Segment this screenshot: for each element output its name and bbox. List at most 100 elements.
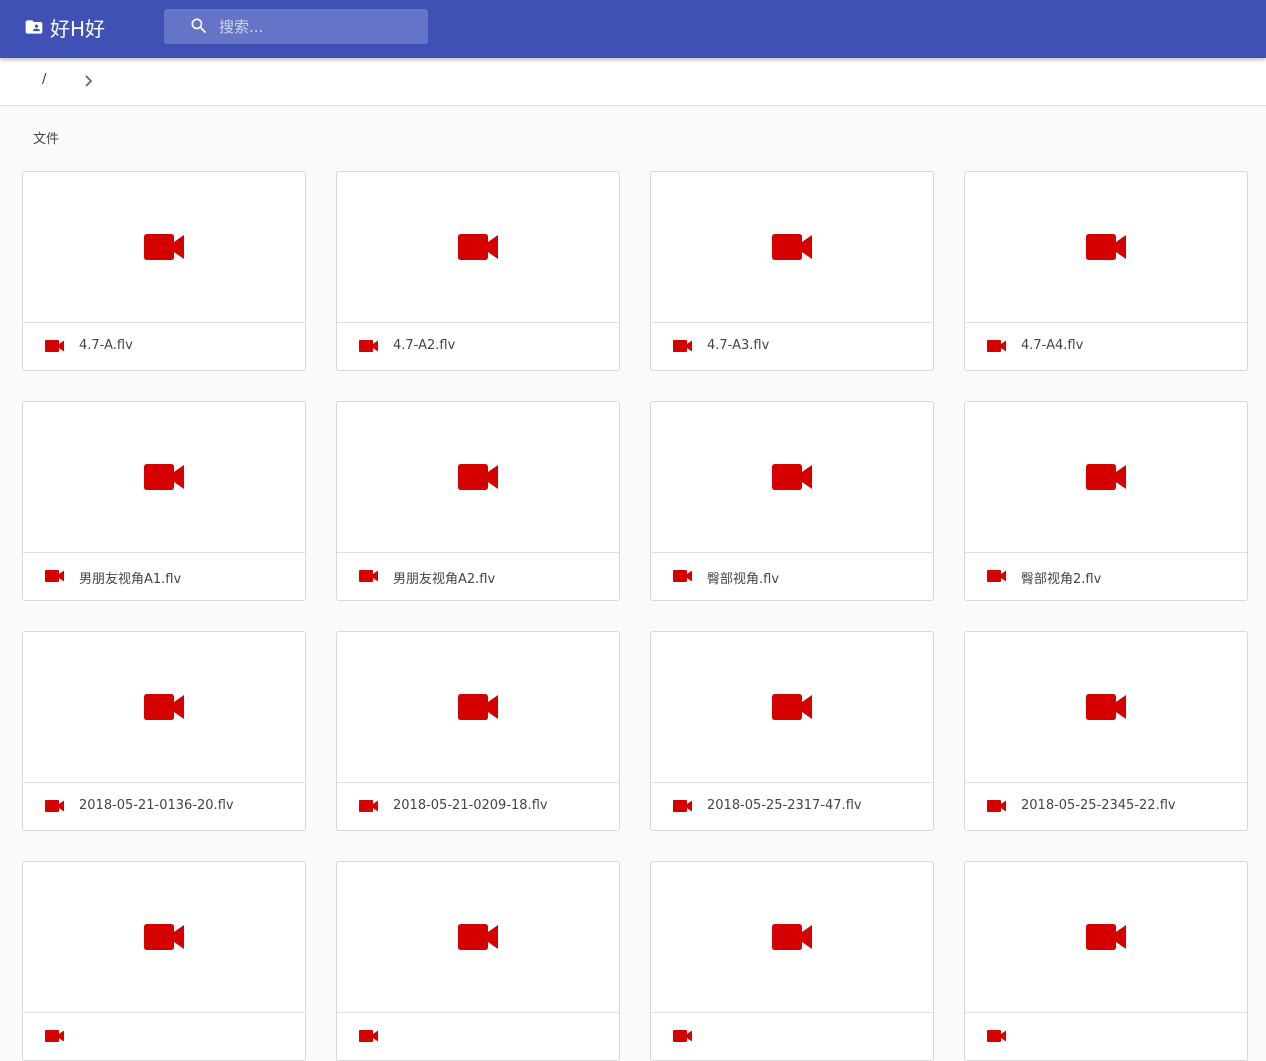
- video-camera-icon: [987, 800, 1006, 812]
- video-camera-icon: [359, 1030, 378, 1042]
- file-thumbnail[interactable]: [651, 632, 933, 783]
- section-label-files: 文件: [33, 132, 60, 147]
- file-card-footer[interactable]: [23, 1012, 305, 1060]
- file-card[interactable]: [22, 861, 306, 1061]
- file-name: 男朋友视角A1.flv: [79, 572, 182, 587]
- file-name: 男朋友视角A2.flv: [393, 572, 496, 587]
- file-name: 臀部视角.flv: [707, 572, 780, 587]
- file-card-footer[interactable]: 4.7-A4.flv: [965, 322, 1247, 370]
- file-card[interactable]: [964, 861, 1248, 1061]
- file-thumbnail[interactable]: [651, 172, 933, 323]
- search-icon: [191, 18, 207, 34]
- file-thumbnail[interactable]: [965, 402, 1247, 553]
- file-name: 2018-05-21-0136-20.flv: [79, 798, 234, 813]
- file-name: 4.7-A4.flv: [1021, 338, 1084, 353]
- file-thumbnail[interactable]: [965, 172, 1247, 323]
- video-camera-icon: [144, 234, 184, 260]
- video-camera-icon: [987, 570, 1006, 582]
- video-camera-icon: [45, 340, 64, 352]
- file-thumbnail[interactable]: [23, 402, 305, 553]
- file-name: 臀部视角2.flv: [1021, 572, 1102, 587]
- video-camera-icon: [1086, 464, 1126, 490]
- file-thumbnail[interactable]: [23, 862, 305, 1013]
- video-camera-icon: [458, 924, 498, 950]
- video-camera-icon: [673, 570, 692, 582]
- video-camera-icon: [458, 234, 498, 260]
- file-thumbnail[interactable]: [337, 632, 619, 783]
- video-camera-icon: [772, 694, 812, 720]
- video-camera-icon: [673, 340, 692, 352]
- search-box[interactable]: [164, 9, 428, 44]
- file-card[interactable]: 2018-05-21-0136-20.flv: [22, 631, 306, 831]
- folder-account-icon: [25, 20, 43, 34]
- file-card[interactable]: 4.7-A.flv: [22, 171, 306, 371]
- file-thumbnail[interactable]: [651, 402, 933, 553]
- video-camera-icon: [45, 1030, 64, 1042]
- file-card-footer[interactable]: 臀部视角2.flv: [965, 552, 1247, 600]
- file-card[interactable]: 2018-05-21-0209-18.flv: [336, 631, 620, 831]
- file-card-footer[interactable]: [651, 1012, 933, 1060]
- file-card-footer[interactable]: 4.7-A.flv: [23, 322, 305, 370]
- video-camera-icon: [45, 570, 64, 582]
- file-card-footer[interactable]: 臀部视角.flv: [651, 552, 933, 600]
- brand[interactable]: 好H好: [24, 14, 106, 41]
- breadcrumb-root[interactable]: /: [42, 72, 46, 87]
- file-card[interactable]: 4.7-A4.flv: [964, 171, 1248, 371]
- file-card-footer[interactable]: 2018-05-25-2317-47.flv: [651, 782, 933, 830]
- file-card[interactable]: 男朋友视角A1.flv: [22, 401, 306, 601]
- file-thumbnail[interactable]: [965, 632, 1247, 783]
- file-name: 2018-05-25-2345-22.flv: [1021, 798, 1176, 813]
- file-card-footer[interactable]: 2018-05-21-0136-20.flv: [23, 782, 305, 830]
- video-camera-icon: [1086, 694, 1126, 720]
- file-thumbnail[interactable]: [651, 862, 933, 1013]
- file-card[interactable]: [650, 861, 934, 1061]
- file-card-footer[interactable]: 4.7-A2.flv: [337, 322, 619, 370]
- file-card[interactable]: 臀部视角2.flv: [964, 401, 1248, 601]
- file-name: 2018-05-25-2317-47.flv: [707, 798, 862, 813]
- video-camera-icon: [144, 464, 184, 490]
- file-card[interactable]: 2018-05-25-2345-22.flv: [964, 631, 1248, 831]
- video-camera-icon: [458, 694, 498, 720]
- video-camera-icon: [673, 1030, 692, 1042]
- file-thumbnail[interactable]: [337, 402, 619, 553]
- video-camera-icon: [45, 800, 64, 812]
- video-camera-icon: [144, 694, 184, 720]
- file-thumbnail[interactable]: [23, 632, 305, 783]
- video-camera-icon: [772, 464, 812, 490]
- file-thumbnail[interactable]: [337, 172, 619, 323]
- video-camera-icon: [1086, 924, 1126, 950]
- video-camera-icon: [987, 1030, 1006, 1042]
- file-name: 2018-05-21-0209-18.flv: [393, 798, 548, 813]
- file-card[interactable]: 4.7-A2.flv: [336, 171, 620, 371]
- file-card-footer[interactable]: [337, 1012, 619, 1060]
- file-card-footer[interactable]: [965, 1012, 1247, 1060]
- file-card[interactable]: 4.7-A3.flv: [650, 171, 934, 371]
- video-camera-icon: [144, 924, 184, 950]
- file-card[interactable]: [336, 861, 620, 1061]
- video-camera-icon: [987, 340, 1006, 352]
- file-name: 4.7-A.flv: [79, 338, 133, 353]
- file-card-footer[interactable]: 2018-05-21-0209-18.flv: [337, 782, 619, 830]
- file-name: 4.7-A3.flv: [707, 338, 770, 353]
- chevron-right-icon: [85, 75, 93, 87]
- breadcrumb: /: [0, 58, 1266, 106]
- search-input[interactable]: [219, 9, 419, 44]
- file-thumbnail[interactable]: [337, 862, 619, 1013]
- file-thumbnail[interactable]: [965, 862, 1247, 1013]
- file-card-footer[interactable]: 男朋友视角A1.flv: [23, 552, 305, 600]
- video-camera-icon: [1086, 234, 1126, 260]
- file-card-footer[interactable]: 男朋友视角A2.flv: [337, 552, 619, 600]
- brand-name: 好H好: [50, 16, 106, 41]
- file-card-footer[interactable]: 2018-05-25-2345-22.flv: [965, 782, 1247, 830]
- file-card-footer[interactable]: 4.7-A3.flv: [651, 322, 933, 370]
- video-camera-icon: [359, 340, 378, 352]
- file-thumbnail[interactable]: [23, 172, 305, 323]
- video-camera-icon: [772, 924, 812, 950]
- video-camera-icon: [772, 234, 812, 260]
- file-card[interactable]: 男朋友视角A2.flv: [336, 401, 620, 601]
- file-card[interactable]: 2018-05-25-2317-47.flv: [650, 631, 934, 831]
- file-name: 4.7-A2.flv: [393, 338, 456, 353]
- file-card[interactable]: 臀部视角.flv: [650, 401, 934, 601]
- video-camera-icon: [458, 464, 498, 490]
- video-camera-icon: [359, 570, 378, 582]
